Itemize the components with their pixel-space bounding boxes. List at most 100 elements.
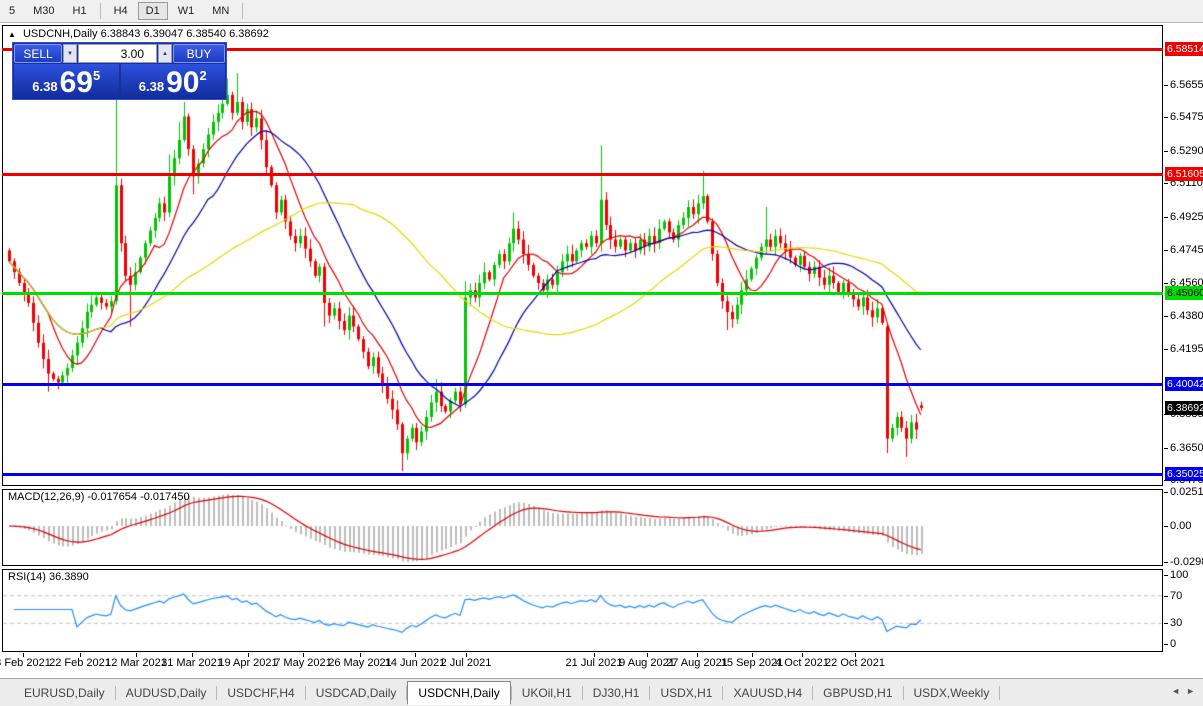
chart-symbol-header[interactable]: ▲ USDCNH,Daily 6.38843 6.39047 6.38540 6… (8, 28, 269, 40)
symbol-period-label: USDCNH,Daily (22, 28, 98, 40)
level-price-badge: 6.45060 (1165, 285, 1203, 300)
price-axis-tick-mark (1164, 84, 1168, 86)
buy-price-stem: 6.38 (138, 79, 165, 94)
tab-usdcad-daily[interactable]: USDCAD,Daily (306, 682, 407, 704)
timeframe-toolbar: 5 M30 H1 H4 D1 W1 MN (0, 0, 1203, 23)
date-axis-tick (303, 653, 304, 657)
volume-decrease-button[interactable]: ▼ (63, 44, 77, 63)
ohlc-close: 6.38692 (229, 28, 269, 40)
timeframe-button-mn[interactable]: MN (204, 2, 237, 20)
volume-increase-button[interactable]: ▲ (158, 44, 172, 63)
rsi-pane[interactable] (2, 569, 1163, 652)
date-axis-tick (697, 653, 698, 657)
tab-separator (999, 685, 1001, 700)
date-axis-tick (855, 653, 856, 657)
rsi-axis-tick-mark (1164, 595, 1168, 597)
date-axis-tick (192, 653, 193, 657)
sell-button[interactable]: SELL (14, 44, 62, 63)
price-axis-tick-label: 6.54750 (1170, 111, 1203, 124)
date-axis-tick (23, 653, 24, 657)
date-axis-label: 4 Oct 2021 (775, 657, 829, 669)
rsi-axis-tick-mark (1164, 575, 1168, 576)
date-axis-label: 19 Apr 2021 (218, 657, 278, 669)
date-axis-tick (360, 653, 361, 657)
tab-usdcnh-daily[interactable]: USDCNH,Daily (407, 680, 511, 705)
level-price-badge: 6.35025 (1165, 467, 1203, 482)
macd-axis-tick-label: -0.02988 (1170, 556, 1203, 569)
level-price-badge: 6.40042 (1165, 376, 1203, 391)
timeframe-button-h1[interactable]: H1 (65, 2, 95, 20)
buy-button[interactable]: BUY (173, 44, 225, 63)
volume-input[interactable] (78, 44, 157, 63)
date-axis-label: 3 Feb 2021 (0, 657, 51, 669)
sell-price-stem: 6.38 (32, 79, 58, 94)
time-scale[interactable]: 3 Feb 2021 22 Feb 2021 12 Mar 2021 31 Mar 2… (0, 653, 1203, 677)
buy-price-display[interactable]: 6.38 90 2 (120, 64, 225, 99)
chart-tab-bar: EURUSD,Daily AUDUSD,Daily USDCHF,H4 USDCAD,… (0, 678, 1203, 706)
rsi-name: RSI(14) (8, 571, 46, 583)
horizontal-level-line[interactable] (2, 473, 1163, 477)
date-axis-label: 15 Sep 2021 (720, 657, 784, 669)
rsi-axis-tick-mark (1164, 644, 1168, 645)
timeframe-button-w1[interactable]: W1 (170, 2, 203, 20)
date-axis-tick (415, 653, 416, 657)
one-click-trade-panel: SELL ▼ ▲ BUY 6.38 69 5 6.38 90 2 (12, 42, 227, 100)
macd-name: MACD(12,26,9) (8, 491, 85, 503)
tab-usdx-h1[interactable]: USDX,H1 (650, 682, 722, 704)
price-axis-tick-label: 6.52900 (1170, 144, 1203, 157)
date-axis-tick (594, 653, 595, 657)
collapse-panel-icon[interactable]: ▲ (8, 30, 16, 39)
horizontal-level-line[interactable] (2, 382, 1163, 386)
buy-price-pips: 90 (166, 66, 200, 99)
tab-scroll-arrows: ◄ ► (1171, 686, 1195, 696)
price-axis-tick-label: 6.56550 (1170, 78, 1203, 91)
date-axis-label: 7 May 2021 (274, 657, 332, 669)
date-axis-label: 22 Oct 2021 (825, 657, 885, 669)
ohlc-low: 6.38540 (186, 28, 227, 40)
price-axis-tick-label: 6.47450 (1170, 243, 1203, 256)
rsi-axis-tick-label: 100 (1170, 569, 1189, 581)
tab-scroll-right-icon[interactable]: ► (1186, 686, 1195, 696)
date-axis-label: 2 Jul 2021 (440, 657, 492, 669)
tab-usdx-weekly[interactable]: USDX,Weekly (904, 682, 1000, 704)
tab-xauusd-h4[interactable]: XAUUSD,H4 (723, 682, 812, 704)
price-axis-tick-label: 6.49250 (1170, 210, 1203, 223)
price-axis-tick-label: 6.41950 (1170, 343, 1203, 356)
tab-eurusd-daily[interactable]: EURUSD,Daily (14, 682, 115, 704)
price-axis-tick-mark (1164, 150, 1168, 152)
date-axis-tick (802, 653, 803, 657)
price-axis-tick-mark (1164, 183, 1168, 185)
ohlc-high: 6.39047 (143, 28, 184, 40)
date-axis-tick (80, 653, 81, 657)
tab-scroll-left-icon[interactable]: ◄ (1171, 686, 1180, 696)
macd-axis-tick-mark (1164, 492, 1168, 494)
date-axis-tick (136, 653, 137, 657)
rsi-axis-tick-mark (1164, 623, 1168, 625)
timeframe-button-d1[interactable]: D1 (137, 2, 168, 20)
tab-audusd-daily[interactable]: AUDUSD,Daily (116, 682, 217, 704)
current-price-badge: 6.38692 (1165, 401, 1203, 416)
tab-ukoil-h1[interactable]: UKOil,H1 (512, 682, 582, 704)
date-axis-tick (647, 653, 648, 657)
rsi-canvas[interactable] (3, 570, 1162, 651)
timeframe-button-h4[interactable]: H4 (106, 2, 136, 20)
tab-dj30-h1[interactable]: DJ30,H1 (583, 682, 650, 704)
level-price-badge: 6.58514 (1165, 42, 1203, 57)
sell-price-display[interactable]: 6.38 69 5 (14, 64, 119, 99)
sell-price-point: 5 (92, 68, 101, 83)
macd-values: -0.017654 -0.017450 (87, 491, 190, 503)
rsi-value: 36.3890 (48, 571, 89, 583)
horizontal-level-line[interactable] (2, 173, 1163, 177)
tab-usdchf-h4[interactable]: USDCHF,H4 (217, 682, 304, 704)
price-axis-tick-mark (1164, 349, 1168, 351)
price-axis-tick-mark (1164, 216, 1168, 218)
ohlc-open: 6.38843 (100, 28, 141, 40)
toolbar-separator (242, 3, 244, 19)
horizontal-level-line[interactable] (2, 291, 1163, 295)
rsi-indicator-label: RSI(14) 36.3890 (8, 571, 89, 583)
macd-axis-tick-mark (1164, 562, 1168, 564)
date-axis-label: 22 Feb 2021 (49, 657, 111, 669)
tab-gbpusd-h1[interactable]: GBPUSD,H1 (813, 682, 902, 704)
timeframe-button-5[interactable]: 5 (1, 2, 23, 20)
timeframe-button-m30[interactable]: M30 (25, 2, 62, 20)
